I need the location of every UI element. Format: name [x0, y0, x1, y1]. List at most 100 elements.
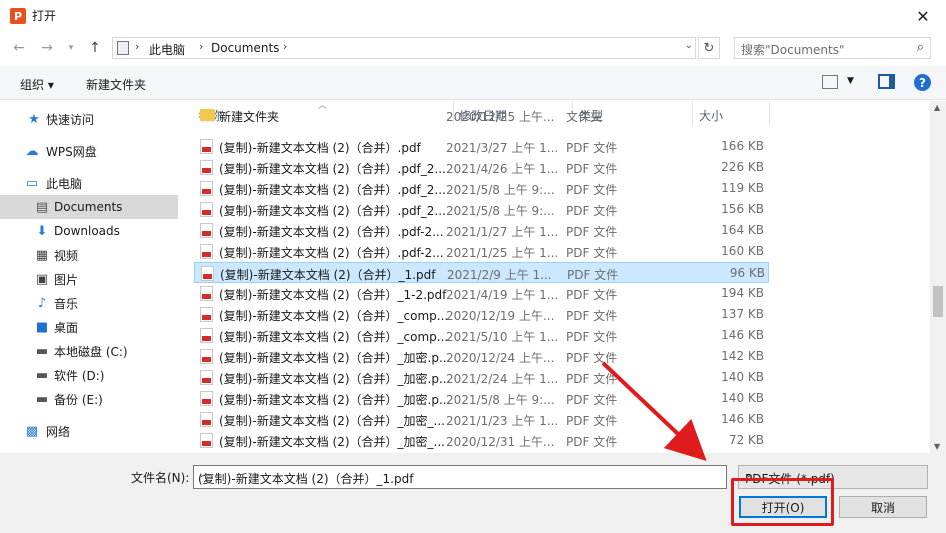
address-bar[interactable]: › 此电脑 › Documents › ⌄	[112, 37, 696, 59]
view-options-icon[interactable]	[822, 75, 838, 89]
open-button[interactable]: 打开(O)	[739, 496, 827, 518]
file-type: PDF 文件	[566, 162, 618, 176]
drive-icon: ▬	[35, 367, 49, 383]
breadcrumb-this-pc[interactable]: 此电脑	[149, 41, 185, 58]
file-size: 119 KB	[721, 181, 764, 195]
file-size: 156 KB	[721, 202, 764, 216]
close-button[interactable]: ✕	[900, 0, 946, 32]
pdf-file-icon	[200, 370, 213, 385]
filename-dropdown-icon[interactable]: ⌄	[198, 470, 722, 480]
file-row[interactable]: (复制)-新建文本文档 (2)（合并）_加密_... 2020/12/31 上午.…	[194, 430, 769, 451]
refresh-button[interactable]: ↻	[698, 37, 720, 59]
file-size: 226 KB	[721, 160, 764, 174]
forward-arrow-icon[interactable]: →	[38, 39, 56, 57]
nav-label: 此电脑	[46, 176, 83, 191]
nav-label: Downloads	[54, 224, 120, 238]
file-type: PDF 文件	[566, 225, 618, 239]
file-name: (复制)-新建文本文档 (2)（合并）_comp...	[219, 330, 449, 344]
pdf-file-icon	[200, 244, 213, 259]
scrollbar-thumb[interactable]	[933, 286, 943, 317]
nav-item-desktop[interactable]: ■ 桌面	[0, 315, 178, 339]
vertical-scrollbar[interactable]: ▲ ▼	[930, 101, 946, 453]
file-modified-date: 2021/2/9 上午 1...	[447, 268, 552, 282]
file-row[interactable]: (复制)-新建文本文档 (2)（合并）_加密.p... 2021/2/24 上午 …	[194, 367, 769, 388]
file-size: 164 KB	[721, 223, 764, 237]
pdf-file-icon	[200, 181, 213, 196]
address-dropdown-icon[interactable]: ⌄	[685, 40, 693, 51]
breadcrumb-documents[interactable]: Documents	[211, 41, 279, 55]
file-row[interactable]: (复制)-新建文本文档 (2)（合并）_加密.p... 2020/12/24 上午…	[194, 346, 769, 367]
file-modified-date: 2020/12/24 上午...	[446, 351, 555, 365]
file-row[interactable]: 新建文件夹 2020/12/25 上午... 文件夹	[194, 105, 769, 126]
file-type: PDF 文件	[567, 268, 619, 282]
file-modified-date: 2021/1/27 上午 1...	[446, 225, 559, 239]
pdf-file-icon	[200, 160, 213, 175]
back-arrow-icon[interactable]: ←	[10, 39, 28, 57]
pdf-file-icon	[201, 266, 214, 281]
file-row[interactable]: (复制)-新建文本文档 (2)（合并）_加密_... 2021/1/23 上午 1…	[194, 409, 769, 430]
file-row[interactable]: (复制)-新建文本文档 (2)（合并）.pdf-2... 2021/1/25 上午…	[194, 241, 769, 262]
recent-locations-chevron-icon[interactable]: ▾	[62, 39, 80, 57]
file-type: PDF 文件	[566, 141, 618, 155]
pdf-file-icon	[200, 412, 213, 427]
view-dropdown-icon[interactable]: ▼	[847, 76, 854, 86]
nav-item-downloads[interactable]: ⬇ Downloads	[0, 219, 178, 243]
nav-item-network[interactable]: ▩ 网络	[0, 419, 178, 443]
nav-item-drive-d[interactable]: ▬ 软件 (D:)	[0, 363, 178, 387]
filetype-dropdown-icon: ⌄	[745, 470, 753, 480]
file-row[interactable]: (复制)-新建文本文档 (2)（合并）.pdf_2... 2021/5/8 上午 …	[194, 178, 769, 199]
file-size: 160 KB	[721, 244, 764, 258]
wps-pdf-app-icon: P	[10, 8, 26, 24]
pdf-file-icon	[200, 286, 213, 301]
nav-item-music[interactable]: ♪ 音乐	[0, 291, 178, 315]
file-size: 146 KB	[721, 328, 764, 342]
drive-icon: ▬	[35, 391, 49, 407]
nav-label: Documents	[54, 200, 123, 214]
file-row[interactable]: (复制)-新建文本文档 (2)（合并）.pdf_2... 2021/4/26 上午…	[194, 157, 769, 178]
document-icon: ▤	[35, 199, 49, 215]
search-box[interactable]: 搜索"Documents" ⌕	[734, 37, 931, 59]
scroll-up-icon[interactable]: ▲	[934, 103, 940, 112]
file-row[interactable]: (复制)-新建文本文档 (2)（合并）.pdf-2... 2021/1/27 上午…	[194, 220, 769, 241]
file-row[interactable]: (复制)-新建文本文档 (2)（合并）_加密.p... 2021/5/8 上午 9…	[194, 388, 769, 409]
desktop-icon: ■	[35, 319, 49, 335]
documents-location-icon	[117, 41, 129, 55]
nav-item-wps-cloud[interactable]: ☁ WPS网盘	[0, 139, 178, 163]
organize-button[interactable]: 组织 ▾	[20, 76, 54, 93]
cancel-button[interactable]: 取消	[839, 496, 927, 518]
music-icon: ♪	[37, 295, 47, 311]
nav-item-this-pc[interactable]: ▭ 此电脑	[0, 171, 178, 195]
file-row[interactable]: (复制)-新建文本文档 (2)（合并）_comp... 2021/5/10 上午 …	[194, 325, 769, 346]
nav-label: 软件 (D:)	[54, 368, 105, 383]
nav-item-drive-c[interactable]: ▬ 本地磁盘 (C:)	[0, 339, 178, 363]
file-modified-date: 2020/12/19 上午...	[446, 309, 555, 323]
nav-label: 视频	[54, 248, 79, 263]
column-divider[interactable]	[769, 101, 770, 125]
file-type: PDF 文件	[566, 246, 618, 260]
file-row[interactable]: (复制)-新建文本文档 (2)（合并）.pdf_2... 2021/5/8 上午 …	[194, 199, 769, 220]
nav-item-quick-access[interactable]: ★ 快速访问	[0, 107, 178, 131]
file-name: (复制)-新建文本文档 (2)（合并）_1-2.pdf	[219, 288, 447, 302]
filename-input[interactable]: (复制)-新建文本文档 (2)（合并）_1.pdf ⌄	[193, 465, 727, 489]
new-folder-button[interactable]: 新建文件夹	[86, 76, 146, 93]
up-arrow-icon[interactable]: ↑	[86, 39, 104, 57]
help-icon[interactable]: ?	[914, 74, 931, 91]
file-list: ︿ 名称 修改日期 类型 大小 新建文件夹2020/12/25 上午...文件夹…	[182, 101, 930, 453]
filetype-select[interactable]: PDF文件 (*.pdf) ⌄	[738, 465, 928, 489]
nav-item-videos[interactable]: ▦ 视频	[0, 243, 178, 267]
breadcrumb-separator-icon: ›	[135, 40, 140, 53]
nav-item-drive-e[interactable]: ▬ 备份 (E:)	[0, 387, 178, 411]
file-row[interactable]: (复制)-新建文本文档 (2)（合并）_1.pdf 2021/2/9 上午 1..…	[194, 262, 769, 283]
file-row[interactable]: (复制)-新建文本文档 (2)（合并）_comp... 2020/12/19 上午…	[194, 304, 769, 325]
navigation-pane: ★ 快速访问 ☁ WPS网盘 ▭ 此电脑 ▤ Documents ⬇ Downl…	[0, 101, 180, 453]
search-placeholder: 搜索"Documents"	[741, 43, 845, 57]
nav-label: 本地磁盘 (C:)	[54, 344, 128, 359]
nav-item-documents[interactable]: ▤ Documents	[0, 195, 178, 219]
nav-item-pictures[interactable]: ▣ 图片	[0, 267, 178, 291]
nav-label: 音乐	[54, 296, 79, 311]
preview-pane-icon[interactable]	[878, 74, 895, 89]
scroll-down-icon[interactable]: ▼	[934, 442, 940, 451]
file-name: (复制)-新建文本文档 (2)（合并）.pdf_2...	[219, 162, 446, 176]
file-row[interactable]: (复制)-新建文本文档 (2)（合并）_1-2.pdf 2021/4/19 上午 …	[194, 283, 769, 304]
file-row[interactable]: (复制)-新建文本文档 (2)（合并）.pdf 2021/3/27 上午 1...…	[194, 136, 769, 157]
